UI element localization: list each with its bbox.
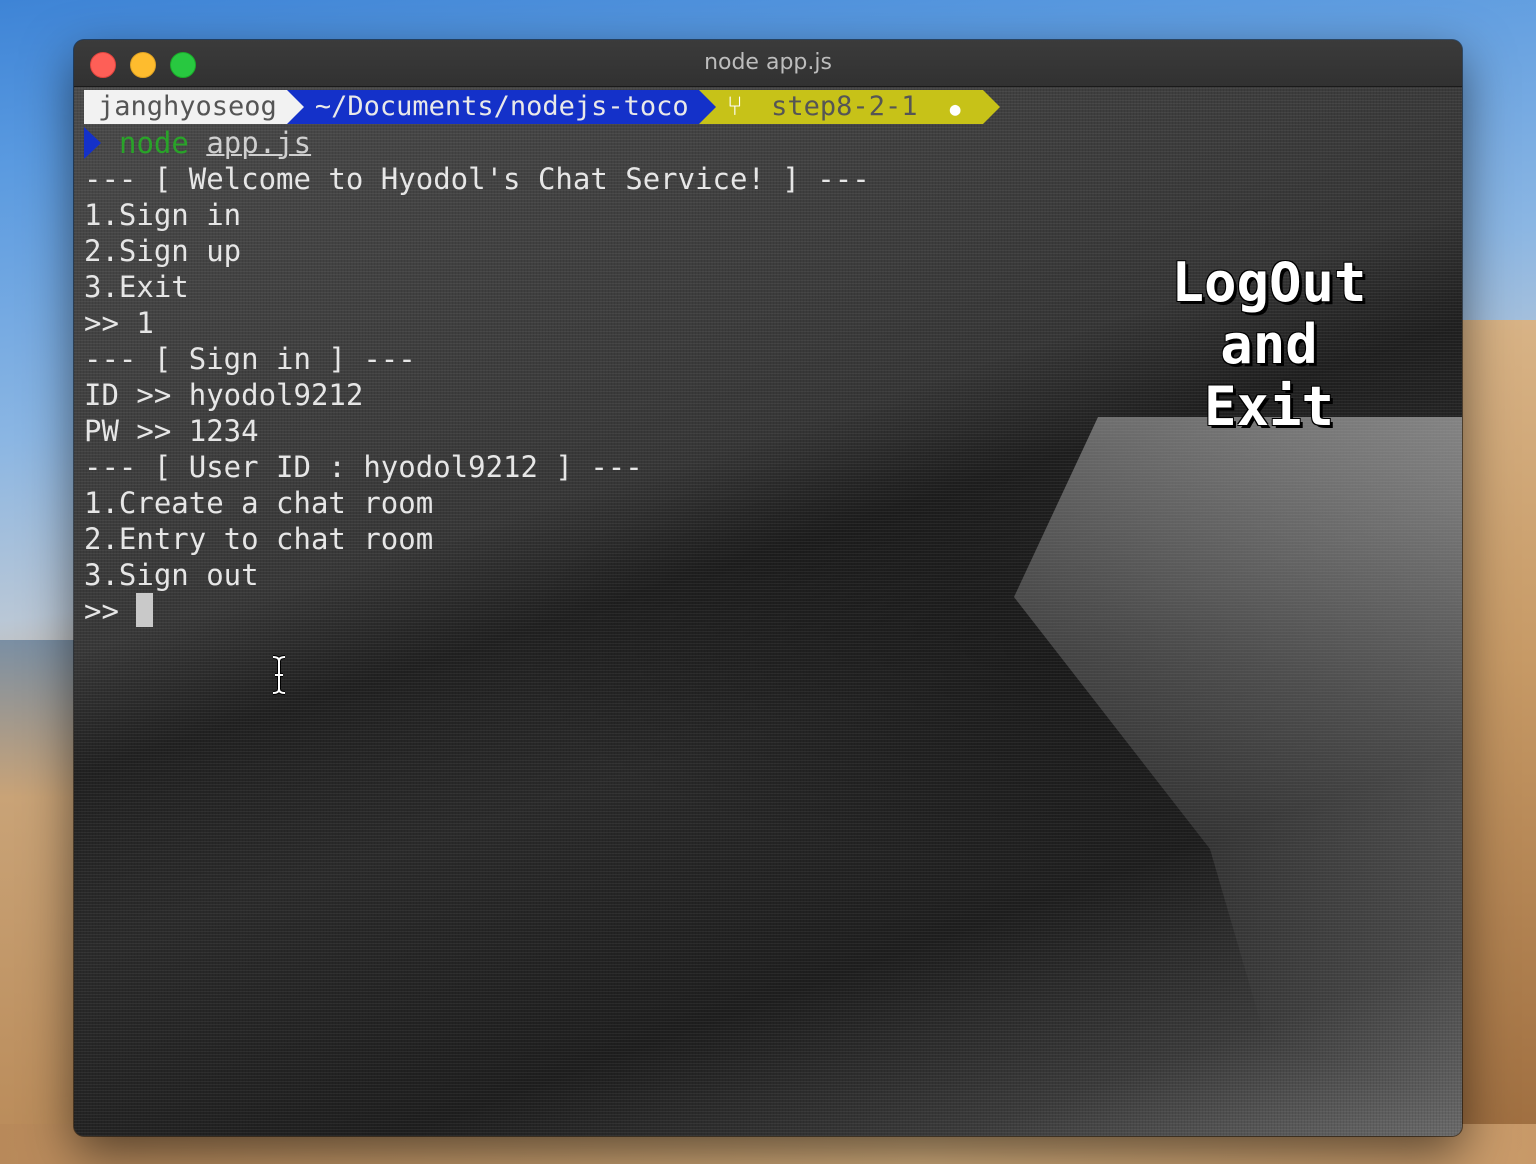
window-title: node app.js (704, 50, 832, 75)
segment-arrow-icon (286, 90, 304, 124)
input-prompt: >> (84, 594, 137, 628)
text-cursor (136, 593, 154, 627)
title-bar[interactable]: node app.js (74, 40, 1462, 87)
dot-icon: ● (949, 99, 961, 120)
prompt-directory-segment: ~/Documents/nodejs-toco (286, 90, 716, 124)
output-line: --- [ Welcome to Hyodol's Chat Service! … (84, 162, 870, 196)
input-line[interactable]: >> (84, 593, 870, 629)
prompt-bar: janghyoseog ~/Documents/nodejs-toco ⑂ st… (84, 90, 1000, 124)
ibeam-cursor-icon (272, 655, 286, 695)
output-line: 1.Sign in (84, 198, 242, 232)
prompt-caret-icon (84, 127, 101, 159)
command-program: node (119, 126, 189, 160)
prompt-git-branch: step8-2-1 (771, 91, 918, 122)
segment-arrow-icon (982, 90, 1000, 124)
output-line: >> 1 (84, 306, 154, 340)
terminal-content[interactable]: janghyoseog ~/Documents/nodejs-toco ⑂ st… (74, 87, 1462, 1136)
output-line: 2.Sign up (84, 234, 242, 268)
segment-arrow-icon (698, 90, 716, 124)
output-line: ID >> hyodol9212 (84, 378, 364, 412)
prompt-git-segment: ⑂ step8-2-1 ● (698, 90, 1000, 124)
command-argument: app.js (206, 126, 312, 160)
prompt-user-segment: janghyoseog (84, 90, 304, 124)
logout-overlay-caption: LogOut and Exit (1154, 252, 1384, 438)
output-line: 3.Exit (84, 270, 189, 304)
git-branch-icon: ⑂ (726, 91, 743, 122)
output-line: PW >> 1234 (84, 414, 259, 448)
command-line: node app.js (84, 125, 870, 161)
overlay-line: LogOut (1171, 251, 1367, 314)
output-line: --- [ User ID : hyodol9212 ] --- (84, 450, 643, 484)
prompt-directory: ~/Documents/nodejs-toco (314, 91, 689, 122)
overlay-line: Exit (1203, 375, 1335, 438)
prompt-user: janghyoseog (98, 91, 277, 122)
output-line: 2.Entry to chat room (84, 522, 434, 556)
output-line: 3.Sign out (84, 558, 259, 592)
overlay-line: and (1220, 313, 1318, 376)
output-line: 1.Create a chat room (84, 486, 434, 520)
terminal-window: node app.js janghyoseog ~/Documents/node… (74, 40, 1462, 1136)
terminal-output: node app.js --- [ Welcome to Hyodol's Ch… (84, 125, 870, 629)
output-line: --- [ Sign in ] --- (84, 342, 416, 376)
